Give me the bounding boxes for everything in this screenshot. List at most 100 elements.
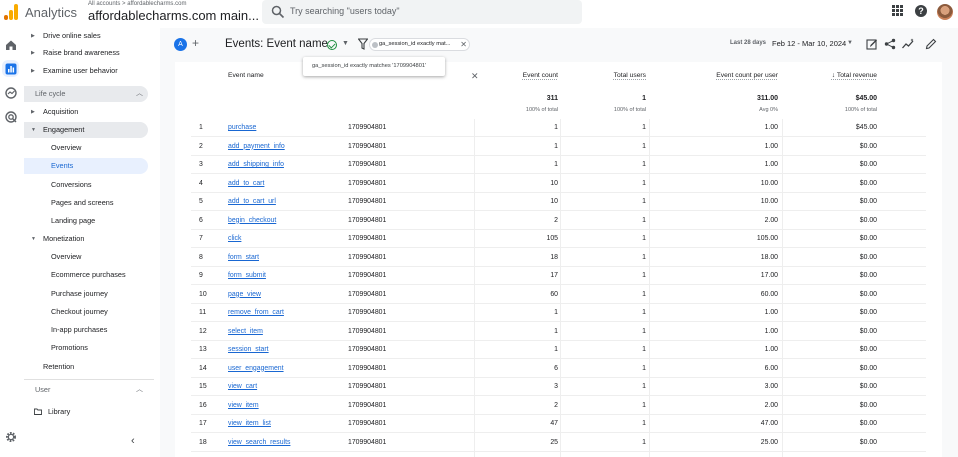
sidebar-item-ecommerce-purchases[interactable]: Ecommerce purchases <box>24 267 154 283</box>
sidebar-item-examine-user-behavior[interactable]: ▶ Examine user behavior <box>24 63 154 79</box>
row-index: 1 <box>199 124 203 131</box>
per-user-cell: 17.00 <box>760 272 778 279</box>
event-name-link[interactable]: begin_checkout <box>228 217 276 224</box>
column-header-total-users[interactable]: Total users <box>578 72 646 79</box>
account-name: affordablecharms.com main... <box>88 8 259 23</box>
sidebar-item-engagement[interactable]: ▼ Engagement <box>24 122 148 138</box>
user-section-header[interactable]: User ︿ <box>24 382 148 398</box>
column-header-event-count[interactable]: Event count <box>493 72 558 79</box>
lifecycle-section-header[interactable]: Life cycle ︿ <box>24 86 148 102</box>
add-comparison-icon[interactable]: + <box>192 36 199 50</box>
total-users-cell: 1 <box>642 327 646 335</box>
session-id-cell: 1709904801 <box>348 364 387 372</box>
event-name-link[interactable]: user_engagement <box>228 365 284 372</box>
check-circle-icon[interactable] <box>327 40 337 50</box>
session-id-cell: 1709904801 <box>348 235 387 242</box>
row-index: 9 <box>199 272 203 279</box>
customize-report-icon[interactable] <box>866 38 878 50</box>
event-name-link[interactable]: select_item <box>228 328 263 335</box>
comparison-avatar[interactable]: A <box>174 38 187 51</box>
account-breadcrumb[interactable]: All accounts > affordablecharms.com <box>88 1 186 7</box>
event-name-link[interactable]: view_item_list <box>228 420 271 427</box>
sidebar-item-conversions[interactable]: Conversions <box>24 177 154 193</box>
revenue-cell: $0.00 <box>859 216 877 224</box>
caret-down-icon[interactable]: ▼ <box>847 40 853 46</box>
event-name-link[interactable]: form_start <box>228 254 259 261</box>
event-count-cell: 1 <box>554 309 558 316</box>
sidebar-item-raise-brand-awareness[interactable]: ▶ Raise brand awareness <box>24 45 154 61</box>
event-name-link[interactable]: purchase <box>228 124 256 131</box>
sidebar-item-library[interactable]: Library <box>24 404 154 420</box>
sidebar-item-drive-online-sales[interactable]: ▶ Drive online sales <box>24 28 154 44</box>
session-id-cell: 1709904801 <box>348 401 387 409</box>
event-name-link[interactable]: remove_from_cart <box>228 309 284 316</box>
account-avatar[interactable] <box>937 4 953 20</box>
revenue-cell: $45.00 <box>855 124 877 131</box>
account-picker[interactable]: affordablecharms.com main...▼ <box>88 8 268 23</box>
event-name-link[interactable]: add_to_cart_url <box>228 198 276 205</box>
event-name-link[interactable]: add_shipping_info <box>228 161 284 168</box>
insights-icon[interactable] <box>902 38 914 50</box>
column-header-event-count-per-user[interactable]: Event count per user <box>695 72 778 79</box>
event-name-link[interactable]: view_cart <box>228 383 257 390</box>
filter-tooltip: ga_session_id exactly matches '170990480… <box>303 57 445 76</box>
per-user-cell: 3.00 <box>764 383 778 390</box>
event-name-link[interactable]: add_to_cart <box>228 180 264 187</box>
sidebar-item-label: Overview <box>51 252 82 261</box>
event-name-link[interactable]: view_item <box>228 402 259 409</box>
revenue-cell: $0.00 <box>859 420 877 427</box>
sidebar-item-in-app-purchases[interactable]: In-app purchases <box>24 322 154 338</box>
event-name-link[interactable]: click <box>228 235 241 242</box>
row-index: 18 <box>199 438 207 446</box>
home-icon[interactable] <box>5 39 17 51</box>
help-icon[interactable]: ? <box>915 5 927 17</box>
date-range-picker[interactable]: Feb 12 - Mar 10, 2024 <box>772 39 846 48</box>
sidebar-item-label: Overview <box>51 143 82 152</box>
event-name-link[interactable]: session_start <box>228 346 269 353</box>
sidebar-item-acquisition[interactable]: ▶ Acquisition <box>24 104 154 120</box>
edit-icon[interactable] <box>925 38 937 50</box>
apps-grid-icon[interactable] <box>892 5 903 16</box>
close-icon[interactable]: ✕ <box>471 71 479 82</box>
sidebar-item-engagement-overview[interactable]: Overview <box>24 140 154 156</box>
admin-gear-icon[interactable] <box>5 431 17 443</box>
sidebar-item-retention[interactable]: Retention <box>24 359 154 375</box>
sidebar-item-promotions[interactable]: Promotions <box>24 340 154 356</box>
sidebar-item-checkout-journey[interactable]: Checkout journey <box>24 304 154 320</box>
reports-icon[interactable] <box>5 63 17 75</box>
table-row: 12 select_item 1709904801 1 1 1.00 $0.00 <box>191 323 926 341</box>
sidebar-item-landing-page[interactable]: Landing page <box>24 213 154 229</box>
event-name-link[interactable]: add_payment_info <box>228 143 285 150</box>
sidebar-item-pages-and-screens[interactable]: Pages and screens <box>24 195 154 211</box>
table-row: 7 click 1709904801 105 1 105.00 $0.00 <box>191 230 926 249</box>
table-row: 13 session_start 1709904801 1 1 1.00 $0.00 <box>191 341 926 360</box>
sidebar-item-purchase-journey[interactable]: Purchase journey <box>24 286 154 302</box>
top-bar: Analytics All accounts > affordablecharm… <box>0 0 958 28</box>
caret-down-icon[interactable]: ▼ <box>342 40 349 47</box>
event-count-cell: 1 <box>554 327 558 335</box>
share-icon[interactable] <box>884 38 896 50</box>
analytics-logo-icon[interactable] <box>4 4 18 20</box>
row-index: 4 <box>199 179 203 187</box>
row-index: 14 <box>199 364 207 372</box>
session-id-cell: 1709904801 <box>348 161 387 168</box>
filter-chip[interactable]: ga_session_id exactly mat... ✕ <box>369 38 470 51</box>
explore-icon[interactable] <box>5 87 17 99</box>
close-icon[interactable]: ✕ <box>460 39 467 50</box>
column-header-event-name[interactable]: Event name <box>228 72 264 79</box>
sidebar-item-events[interactable]: Events <box>24 158 148 174</box>
sidebar-item-label: Pages and screens <box>51 198 114 207</box>
session-id-cell: 1709904801 <box>348 309 387 316</box>
chevron-left-icon[interactable]: ‹ <box>131 435 135 447</box>
event-name-link[interactable]: page_view <box>228 291 261 298</box>
event-name-link[interactable]: form_submit <box>228 272 266 279</box>
column-header-total-revenue[interactable]: ↓ Total revenue <box>805 72 877 79</box>
sidebar-item-label: Landing page <box>51 216 96 225</box>
revenue-cell: $0.00 <box>859 346 877 353</box>
sidebar-item-monetization[interactable]: ▼ Monetization <box>24 231 154 247</box>
search-bar[interactable]: Try searching "users today" <box>262 0 582 24</box>
advertising-icon[interactable] <box>5 111 17 123</box>
event-name-link[interactable]: view_search_results <box>228 439 290 446</box>
filter-icon[interactable] <box>358 38 368 50</box>
sidebar-item-monetization-overview[interactable]: Overview <box>24 249 154 265</box>
